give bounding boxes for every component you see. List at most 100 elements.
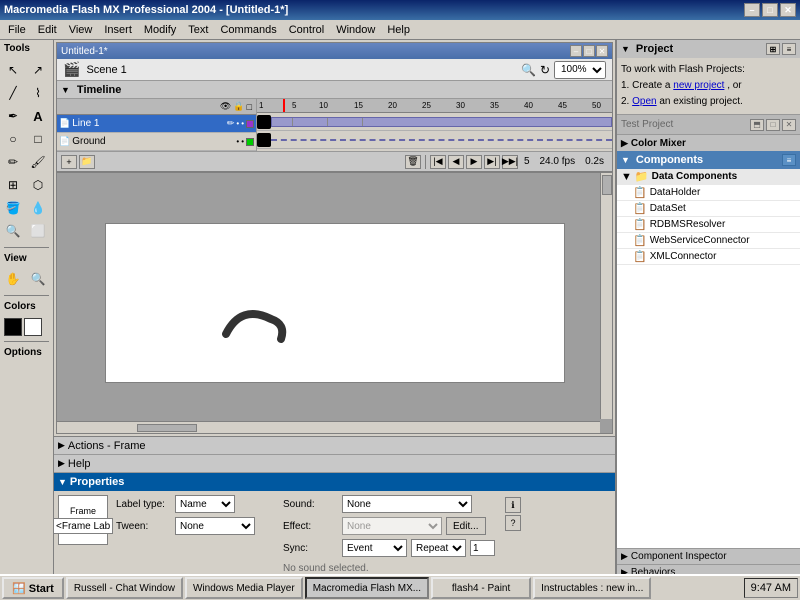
tool-pencil[interactable]: ✏ [2, 151, 24, 173]
menu-commands[interactable]: Commands [214, 22, 282, 38]
tool-lasso[interactable]: ⌇ [27, 82, 49, 104]
tl-prev-frame-btn[interactable]: ◀ [448, 155, 464, 169]
canvas-scrollbar-h[interactable] [57, 421, 600, 433]
tl-add-layer-btn[interactable]: + [61, 155, 77, 169]
menu-insert[interactable]: Insert [98, 22, 138, 38]
tween-select[interactable]: None Motion Shape [175, 517, 255, 535]
taskbar-paint[interactable]: flash4 - Paint [431, 577, 531, 599]
layer-row-ground[interactable]: 📄 Ground • • [57, 133, 256, 151]
tool-rect[interactable]: □ [27, 128, 49, 150]
minimize-btn[interactable]: – [744, 3, 760, 17]
sync-select[interactable]: Event Start Stop Stream [342, 539, 407, 557]
taskbar-instructables[interactable]: Instructables : new in... [533, 577, 651, 599]
tool-subselect[interactable]: ↗ [27, 59, 49, 81]
canvas-area[interactable] [57, 173, 612, 433]
color-mixer-header[interactable]: ▶ Color Mixer [617, 135, 800, 151]
comp-row-webservice[interactable]: 📋 WebServiceConnector [617, 233, 800, 249]
tool-paint[interactable]: 💧 [27, 197, 49, 219]
comp-row-xmlconnector[interactable]: 📋 XMLConnector [617, 249, 800, 265]
prop-info-btn[interactable]: ℹ [505, 497, 521, 513]
comp-row-data-components[interactable]: ▼ 📁 Data Components [617, 169, 800, 185]
tl-frame-num: 5 [520, 156, 534, 167]
tl-play-btn[interactable]: ▶ [466, 155, 482, 169]
tl-delete-layer-btn[interactable]: 🗑 [405, 155, 421, 169]
tool-arrow[interactable]: ↖ [2, 59, 24, 81]
help-panel[interactable]: ▶ Help [54, 455, 615, 473]
scrollbar-v-thumb[interactable] [602, 175, 612, 195]
new-project-link[interactable]: new project [673, 80, 724, 91]
taskbar-paint-label: flash4 - Paint [452, 583, 510, 594]
layer-show-icon[interactable]: 👁 [220, 101, 231, 112]
menu-view[interactable]: View [63, 22, 99, 38]
comp-row-dataholder[interactable]: 📋 DataHolder [617, 185, 800, 201]
frame-num-50: 50 [592, 101, 601, 110]
effect-select[interactable]: None [342, 517, 442, 535]
tool-eyedrop[interactable]: 🔍 [2, 220, 24, 242]
actions-panel[interactable]: ▶ Actions - Frame [54, 437, 615, 455]
menu-control[interactable]: Control [283, 22, 330, 38]
frames-line1[interactable] [257, 113, 612, 131]
comp-btn1[interactable]: ≡ [782, 154, 796, 166]
layer-lock-icon[interactable]: 🔒 [233, 101, 244, 112]
title-bar: Macromedia Flash MX Professional 2004 - … [0, 0, 800, 20]
tool-freexform[interactable]: ⊞ [2, 174, 24, 196]
frame-label-input[interactable] [54, 518, 113, 534]
scrollbar-h-thumb[interactable] [137, 424, 197, 432]
layer-row-line1[interactable]: 📄 Line 1 ✏ • • [57, 115, 256, 133]
stroke-color[interactable] [4, 318, 22, 336]
tool-brush[interactable]: 🖌 [27, 151, 49, 173]
doc-close-btn[interactable]: ✕ [596, 45, 608, 57]
tl-add-folder-btn[interactable]: 📁 [79, 155, 95, 169]
taskbar-mediaplayer[interactable]: Windows Media Player [185, 577, 303, 599]
tl-next-frame-btn[interactable]: ▶| [484, 155, 500, 169]
layer-outline-icon[interactable]: □ [247, 102, 252, 112]
test-project-btn2[interactable]: □ [766, 119, 780, 131]
menu-text[interactable]: Text [182, 22, 214, 38]
test-project-btn3[interactable]: ✕ [782, 119, 796, 131]
tool-pen[interactable]: ✒ [2, 105, 24, 127]
menu-window[interactable]: Window [330, 22, 381, 38]
tool-ink[interactable]: 🪣 [2, 197, 24, 219]
fill-color[interactable] [24, 318, 42, 336]
comp-row-dataset[interactable]: 📋 DataSet [617, 201, 800, 217]
menu-edit[interactable]: Edit [32, 22, 63, 38]
doc-minimize-btn[interactable]: – [570, 45, 582, 57]
scene-right: 🔍 ↻ 100% 50% 200% [521, 61, 606, 79]
project-btn2[interactable]: ≡ [782, 43, 796, 55]
repeat-select[interactable]: Repeat Loop [411, 539, 466, 557]
tool-fill[interactable]: ⬡ [27, 174, 49, 196]
menu-modify[interactable]: Modify [138, 22, 182, 38]
test-project-btn1[interactable]: ⬒ [750, 119, 764, 131]
comp-row-rdbmsresolver[interactable]: 📋 RDBMSResolver [617, 217, 800, 233]
canvas-scrollbar-v[interactable] [600, 173, 612, 419]
tool-zoom[interactable]: 🔍 [27, 268, 49, 290]
sound-select[interactable]: None [342, 495, 472, 513]
maximize-btn[interactable]: □ [762, 3, 778, 17]
prop-help-btn[interactable]: ? [505, 515, 521, 531]
tool-hand[interactable]: ✋ [2, 268, 24, 290]
repeat-num-input[interactable] [470, 540, 495, 556]
timeline-header[interactable]: ▼ Timeline [57, 81, 612, 99]
start-button[interactable]: 🪟 Start [2, 577, 64, 599]
close-btn[interactable]: ✕ [780, 3, 796, 17]
taskbar-flash[interactable]: Macromedia Flash MX... [305, 577, 429, 599]
frames-ground[interactable] [257, 131, 612, 149]
comp-inspector-bar[interactable]: ▶ Component Inspector [617, 548, 800, 564]
edit-btn[interactable]: Edit... [446, 517, 486, 535]
project-header[interactable]: ▼ Project ⊞ ≡ [617, 40, 800, 58]
tool-line[interactable]: ╱ [2, 82, 24, 104]
project-btn1[interactable]: ⊞ [766, 43, 780, 55]
sync-label: Sync: [283, 543, 338, 554]
doc-restore-btn[interactable]: □ [583, 45, 595, 57]
taskbar-russell[interactable]: Russell - Chat Window [66, 577, 183, 599]
tl-next-keyframe-btn[interactable]: ▶▶| [502, 155, 518, 169]
menu-help[interactable]: Help [381, 22, 416, 38]
menu-file[interactable]: File [2, 22, 32, 38]
tool-text[interactable]: A [27, 105, 49, 127]
open-project-link[interactable]: Open [632, 96, 656, 107]
tl-prev-keyframe-btn[interactable]: |◀ [430, 155, 446, 169]
zoom-select[interactable]: 100% 50% 200% [554, 61, 606, 79]
labeltype-select[interactable]: Name [175, 495, 235, 513]
tool-eraser[interactable]: ⬜ [27, 220, 49, 242]
tool-oval[interactable]: ○ [2, 128, 24, 150]
